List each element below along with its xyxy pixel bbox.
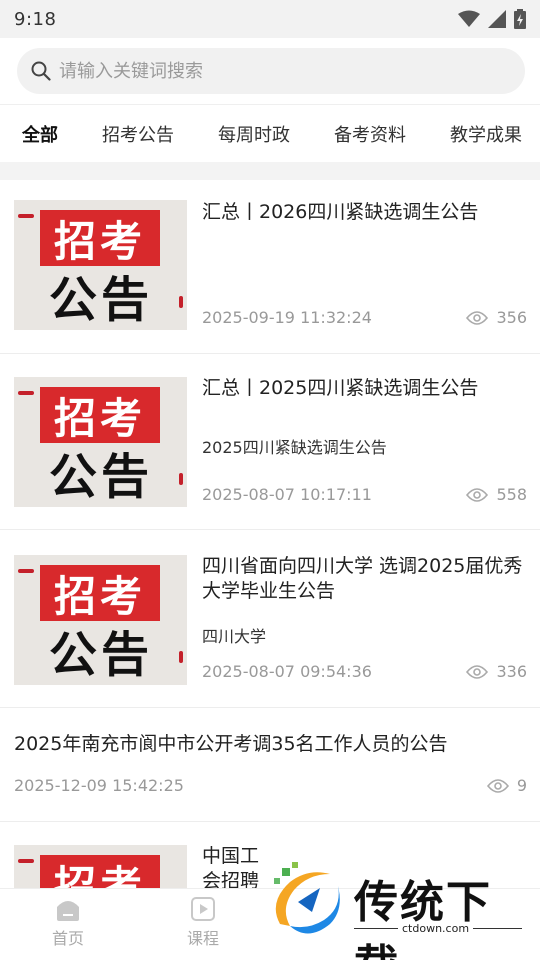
status-icons bbox=[458, 9, 526, 29]
search-icon bbox=[31, 61, 51, 81]
article-views: 9 bbox=[486, 776, 527, 795]
tab-teaching-results[interactable]: 教学成果 bbox=[428, 121, 540, 147]
article-views: 558 bbox=[466, 485, 527, 504]
thumb-decoration bbox=[179, 473, 183, 485]
tab-all[interactable]: 全部 bbox=[0, 121, 80, 147]
article-card-3[interactable]: 招考 公告 四川省面向四川大学 选调2025届优秀大学毕业生公告 四川大学 20… bbox=[0, 530, 540, 708]
article-title: 四川省面向四川大学 选调2025届优秀大学毕业生公告 bbox=[202, 555, 523, 602]
nav-home[interactable]: 首页 bbox=[28, 897, 108, 949]
status-time: 9:18 bbox=[14, 8, 57, 30]
watermark-url: ctdown.com bbox=[398, 922, 474, 935]
thumb-decoration bbox=[18, 859, 34, 863]
article-date: 2025-12-09 15:42:25 bbox=[14, 776, 184, 795]
article-card-4[interactable]: 2025年南充市阆中市公开考调35名工作人员的公告 2025-12-09 15:… bbox=[0, 708, 540, 822]
watermark-name: 传统下载 bbox=[354, 877, 492, 960]
eye-icon bbox=[466, 664, 489, 679]
article-date: 2025-08-07 09:54:36 bbox=[202, 662, 372, 681]
tab-study-materials[interactable]: 备考资料 bbox=[312, 121, 428, 147]
category-tabs: 全部 招考公告 每周时政 备考资料 教学成果 bbox=[0, 104, 540, 162]
article-title: 汇总丨2025四川紧缺选调生公告 bbox=[202, 377, 479, 399]
thumb-top-text: 招考 bbox=[40, 387, 160, 443]
divider-band bbox=[0, 162, 540, 180]
home-icon bbox=[57, 901, 79, 921]
thumb-decoration bbox=[18, 569, 34, 573]
article-thumbnail: 招考 公告 bbox=[14, 377, 187, 507]
article-views: 336 bbox=[466, 662, 527, 681]
nav-course[interactable]: 课程 bbox=[163, 897, 243, 949]
battery-icon bbox=[514, 9, 526, 29]
thumb-bottom-text: 公告 bbox=[48, 627, 153, 683]
article-subtitle: 2025四川紧缺选调生公告 bbox=[202, 438, 387, 457]
article-date: 2025-08-07 10:17:11 bbox=[202, 485, 372, 504]
article-card-2[interactable]: 招考 公告 汇总丨2025四川紧缺选调生公告 2025四川紧缺选调生公告 202… bbox=[0, 354, 540, 530]
eye-icon bbox=[486, 778, 509, 793]
thumb-top-text: 招考 bbox=[40, 565, 160, 621]
article-view-count: 9 bbox=[516, 776, 527, 795]
thumb-top-text: 招考 bbox=[40, 855, 160, 888]
watermark-logo bbox=[274, 862, 340, 934]
article-title: 中国工 会招聘 bbox=[202, 845, 260, 888]
article-view-count: 558 bbox=[496, 485, 527, 504]
article-subtitle: 四川大学 bbox=[202, 627, 267, 646]
search-box[interactable] bbox=[17, 48, 525, 94]
thumb-decoration bbox=[18, 214, 34, 218]
eye-icon bbox=[466, 310, 489, 325]
thumb-decoration bbox=[179, 651, 183, 663]
article-card-1[interactable]: 招考 公告 汇总丨2026四川紧缺选调生公告 2025-09-19 11:32:… bbox=[0, 180, 540, 354]
thumb-decoration bbox=[179, 296, 183, 308]
article-title: 2025年南充市阆中市公开考调35名工作人员的公告 bbox=[14, 733, 448, 755]
wifi-icon bbox=[458, 10, 480, 27]
article-view-count: 336 bbox=[496, 662, 527, 681]
article-view-count: 356 bbox=[496, 308, 527, 327]
tab-weekly-politics[interactable]: 每周时政 bbox=[196, 121, 312, 147]
nav-home-label: 首页 bbox=[51, 929, 84, 948]
article-date: 2025-09-19 11:32:24 bbox=[202, 308, 372, 327]
article-thumbnail: 招考 公告 bbox=[14, 200, 187, 330]
status-bar: 9:18 bbox=[0, 0, 540, 38]
signal-icon bbox=[488, 10, 506, 28]
article-thumbnail: 招考 bbox=[14, 845, 187, 888]
tab-recruitment-notice[interactable]: 招考公告 bbox=[80, 121, 196, 147]
eye-icon bbox=[466, 487, 489, 502]
thumb-decoration bbox=[18, 391, 34, 395]
watermark: 传统下载 ctdown.com bbox=[268, 862, 528, 960]
search-area bbox=[0, 38, 540, 104]
thumb-bottom-text: 公告 bbox=[48, 272, 153, 328]
thumb-top-text: 招考 bbox=[40, 210, 160, 266]
thumb-bottom-text: 公告 bbox=[48, 449, 153, 505]
article-title: 汇总丨2026四川紧缺选调生公告 bbox=[202, 201, 479, 223]
article-views: 356 bbox=[466, 308, 527, 327]
nav-course-label: 课程 bbox=[186, 929, 219, 948]
course-icon bbox=[191, 897, 215, 921]
article-thumbnail: 招考 公告 bbox=[14, 555, 187, 685]
search-input[interactable] bbox=[59, 60, 479, 82]
